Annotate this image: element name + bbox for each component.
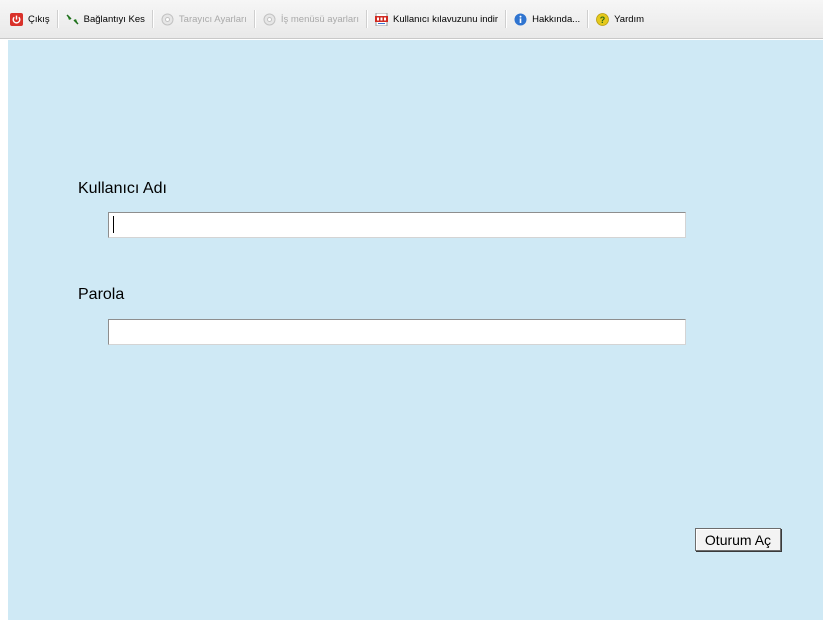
toolbar-separator [366,10,368,28]
help-label: Yardım [614,13,645,25]
toolbar: Çıkış Bağlantıyı Kes Tarayıcı Ayarları İ… [0,0,823,39]
exit-label: Çıkış [28,13,50,25]
toolbar-separator [253,10,256,28]
text-caret [113,216,114,233]
about-button[interactable]: Hakkında... [514,8,580,30]
help-icon: ? [596,12,610,26]
username-input[interactable] [108,212,686,238]
power-icon [10,12,23,26]
pdf-icon [375,12,388,26]
download-manual-button[interactable]: Kullanıcı kılavuzunu indir [375,8,498,30]
toolbar-separator [151,10,154,28]
browser-settings-button[interactable]: Tarayıcı Ayarları [161,8,247,30]
job-menu-settings-button[interactable]: İş menüsü ayarları [263,8,359,30]
app-window: Çıkış Bağlantıyı Kes Tarayıcı Ayarları İ… [0,0,823,624]
help-button[interactable]: ? Yardım [596,8,644,30]
exit-button[interactable]: Çıkış [10,8,50,30]
disconnect-button[interactable]: Bağlantıyı Kes [66,8,145,30]
password-label: Parola [78,286,125,303]
username-label: Kullanıcı Adı [78,180,167,197]
disconnect-label: Bağlantıyı Kes [83,13,145,25]
password-input[interactable] [108,319,686,345]
browser-settings-label: Tarayıcı Ayarları [178,13,247,25]
gear-icon [263,13,276,25]
toolbar-separator [587,10,590,28]
disconnect-icon [66,13,79,25]
toolbar-separator [56,10,59,28]
gear-icon [161,13,174,25]
info-icon [514,13,527,25]
about-label: Hakkında... [532,13,581,25]
job-menu-settings-label: İş menüsü ayarları [280,13,359,25]
svg-text:?: ? [600,15,606,25]
login-button[interactable]: Oturum Aç [695,528,781,551]
toolbar-separator [505,10,508,28]
download-manual-label: Kullanıcı kılavuzunu indir [393,13,499,25]
